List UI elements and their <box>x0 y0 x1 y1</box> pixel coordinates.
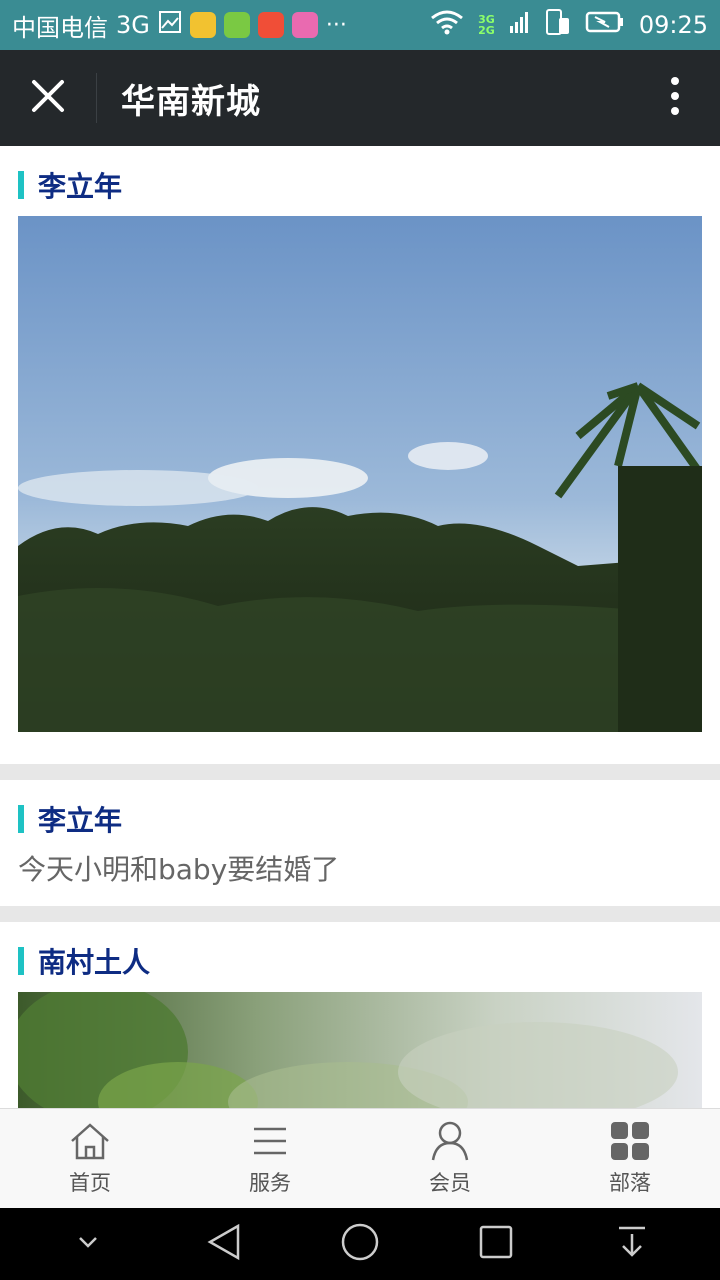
page-title: 华南新城 <box>121 81 261 122</box>
clock: 09:25 <box>638 11 708 39</box>
post-text: 今天小明和baby要结婚了 <box>18 853 340 886</box>
status-bar: 中国电信 3G ··· 3G 2G 09:25 <box>0 0 720 50</box>
tab-tribe[interactable]: 部落 <box>540 1109 720 1208</box>
post-header: 南村土人 <box>18 942 702 980</box>
app-notification-icon <box>223 12 250 38</box>
more-notifications-icon: ··· <box>325 12 347 38</box>
notification-pull-button[interactable] <box>592 1208 672 1280</box>
sim-card-icon <box>545 8 571 42</box>
tab-label: 首页 <box>69 1170 111 1195</box>
sim-2g-label: 2G <box>478 24 495 37</box>
accent-bar <box>18 947 24 975</box>
bottom-tab-bar: 首页 服务 会员 部落 <box>0 1108 720 1208</box>
post-author[interactable]: 李立年 <box>38 799 122 839</box>
post-author[interactable]: 李立年 <box>38 165 122 205</box>
accent-bar <box>18 805 24 833</box>
home-button[interactable] <box>320 1208 400 1280</box>
post-header: 李立年 <box>18 166 702 204</box>
game-notification-icon <box>291 12 318 38</box>
post-author[interactable]: 南村土人 <box>38 941 150 981</box>
tab-label: 部落 <box>609 1170 651 1195</box>
app-notification-icon <box>257 12 284 38</box>
status-left: 中国电信 3G ··· <box>12 8 347 43</box>
network-type: 3G <box>116 11 150 39</box>
chevron-down-icon <box>76 1234 100 1254</box>
title-bar: 华南新城 <box>0 50 720 146</box>
home-circle-icon <box>340 1222 380 1266</box>
post-photo[interactable] <box>18 992 702 1108</box>
tab-home[interactable]: 首页 <box>0 1109 180 1208</box>
carrier-label: 中国电信 <box>12 13 108 42</box>
grid-icon <box>608 1121 652 1165</box>
back-button[interactable] <box>184 1208 264 1280</box>
hide-nav-button[interactable] <box>48 1208 128 1280</box>
system-nav-bar <box>0 1208 720 1280</box>
app-notification-icon <box>189 12 216 38</box>
feed[interactable]: 李立年 李立年 今天小明和baby要结婚了 南村土人 <box>0 146 720 1108</box>
pull-down-icon <box>617 1225 647 1263</box>
user-icon <box>428 1121 472 1165</box>
signal-icon <box>509 10 531 40</box>
close-icon <box>30 78 66 118</box>
post-divider <box>0 764 720 780</box>
close-button[interactable] <box>0 50 96 146</box>
more-options-button[interactable] <box>630 50 720 146</box>
tab-members[interactable]: 会员 <box>360 1109 540 1208</box>
feed-post[interactable]: 南村土人 <box>0 922 720 1108</box>
dual-sim-label: 3G 2G <box>478 14 495 36</box>
post-header: 李立年 <box>18 800 702 838</box>
wifi-icon <box>430 9 464 41</box>
battery-icon <box>585 10 625 40</box>
accent-bar <box>18 171 24 199</box>
back-triangle-icon <box>206 1223 242 1265</box>
recents-square-icon <box>478 1224 514 1264</box>
post-photo[interactable] <box>18 216 702 732</box>
feed-post[interactable]: 李立年 今天小明和baby要结婚了 <box>0 780 720 906</box>
tab-label: 服务 <box>249 1170 291 1195</box>
more-vertical-icon <box>670 76 680 120</box>
status-right: 3G 2G 09:25 <box>430 8 708 42</box>
home-icon <box>68 1121 112 1165</box>
list-icon <box>248 1121 292 1165</box>
tab-label: 会员 <box>429 1170 471 1195</box>
tab-services[interactable]: 服务 <box>180 1109 360 1208</box>
feed-post[interactable]: 李立年 <box>0 146 720 764</box>
recents-button[interactable] <box>456 1208 536 1280</box>
post-divider <box>0 906 720 922</box>
image-notification-icon <box>158 10 182 40</box>
